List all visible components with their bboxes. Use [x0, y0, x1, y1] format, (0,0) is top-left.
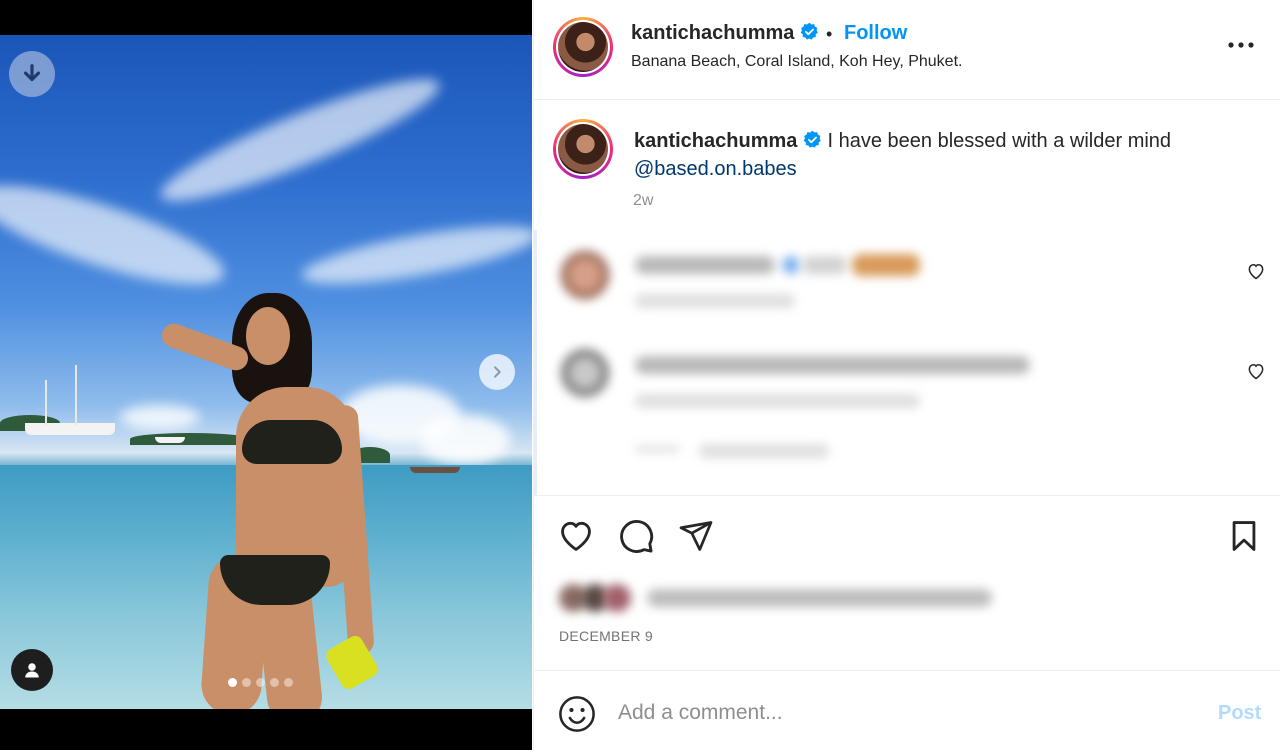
header-separator: •: [826, 24, 833, 44]
likes-summary-redacted[interactable]: [559, 578, 999, 616]
cloud-shape: [120, 405, 200, 430]
post-details-panel: kantichachumma • Follow Banana Beach, Co…: [533, 0, 1280, 750]
carousel-dot: [228, 678, 237, 687]
boat-shape: [410, 467, 460, 473]
boat-mast: [75, 365, 77, 425]
swimsuit-top: [242, 420, 342, 464]
smiley-icon[interactable]: [558, 695, 596, 733]
boat-mast: [45, 380, 47, 425]
boat-shape: [25, 423, 115, 435]
caption-username[interactable]: kantichachumma: [634, 130, 797, 152]
view-replies-line: [635, 446, 680, 452]
more-options-button[interactable]: [1226, 30, 1256, 60]
download-button[interactable]: [9, 51, 55, 97]
person-face: [246, 307, 290, 365]
comment-text-redacted: [802, 256, 847, 274]
share-button[interactable]: [676, 516, 716, 556]
liker-avatar: [603, 584, 631, 612]
chevron-right-icon: [494, 366, 501, 378]
person-icon: [25, 663, 39, 678]
comment-username-redacted: [635, 256, 775, 274]
cloud-shape: [298, 214, 532, 296]
caption-body: I have been blessed with a wilder mind: [827, 130, 1172, 152]
verified-badge-icon: [800, 22, 818, 40]
cloud-shape: [420, 415, 510, 465]
carousel-indicator: [228, 678, 293, 687]
comment-meta-redacted: [635, 394, 920, 408]
caption-text-block: kantichachumma I have been blessed with …: [634, 127, 1234, 183]
post-comment-button[interactable]: Post: [1218, 702, 1261, 725]
comment-avatar[interactable]: [560, 250, 610, 300]
caption-mention-link[interactable]: @based.on.babes: [634, 158, 797, 180]
comment-verified-redacted: [782, 256, 800, 274]
bookmark-icon: [1232, 521, 1256, 551]
post-media-pane: [0, 0, 532, 750]
comment-text-redacted: [635, 356, 1030, 374]
save-button[interactable]: [1224, 516, 1264, 556]
comment-bubble-icon: [620, 520, 654, 553]
avatar-image: [558, 22, 608, 72]
carousel-dot: [256, 678, 265, 687]
post-date[interactable]: DECEMBER 9: [559, 628, 653, 644]
tagged-users-button[interactable]: [11, 649, 53, 691]
cloud-shape: [151, 60, 449, 220]
post-location[interactable]: Banana Beach, Coral Island, Koh Hey, Phu…: [631, 53, 962, 71]
heart-icon[interactable]: [1246, 261, 1266, 281]
arrow-down-icon: [23, 64, 41, 82]
caption-timestamp[interactable]: 2w: [633, 192, 653, 210]
follow-button[interactable]: Follow: [844, 22, 907, 45]
post-photo[interactable]: [0, 35, 532, 709]
comment-input[interactable]: [618, 695, 1178, 731]
likes-text-redacted: [647, 589, 992, 607]
carousel-next-button[interactable]: [479, 354, 515, 390]
heart-icon: [561, 521, 591, 551]
island-shape: [130, 433, 250, 445]
add-comment-bar: Post: [534, 670, 1280, 750]
comment-button[interactable]: [616, 516, 656, 556]
avatar-image: [558, 124, 608, 174]
post-header: kantichachumma • Follow Banana Beach, Co…: [534, 0, 1280, 100]
carousel-dot: [270, 678, 279, 687]
view-replies-redacted[interactable]: [699, 444, 829, 458]
boat-shape: [155, 437, 185, 443]
carousel-dot: [284, 678, 293, 687]
comment-meta-redacted: [635, 294, 795, 308]
comment-avatar[interactable]: [560, 348, 610, 398]
comment-emoji-redacted: [852, 254, 920, 276]
caption-author-avatar[interactable]: [553, 119, 613, 179]
comments-list: [534, 230, 1280, 495]
post-action-bar: [534, 495, 1280, 575]
paper-plane-icon: [679, 521, 713, 551]
author-avatar[interactable]: [553, 17, 613, 77]
author-username[interactable]: kantichachumma: [631, 22, 794, 44]
verified-badge-icon: [803, 130, 821, 148]
more-horizontal-icon: [1228, 42, 1254, 48]
author-username-row: kantichachumma: [631, 22, 819, 45]
heart-icon[interactable]: [1246, 361, 1266, 381]
carousel-dot: [242, 678, 251, 687]
like-button[interactable]: [556, 516, 596, 556]
